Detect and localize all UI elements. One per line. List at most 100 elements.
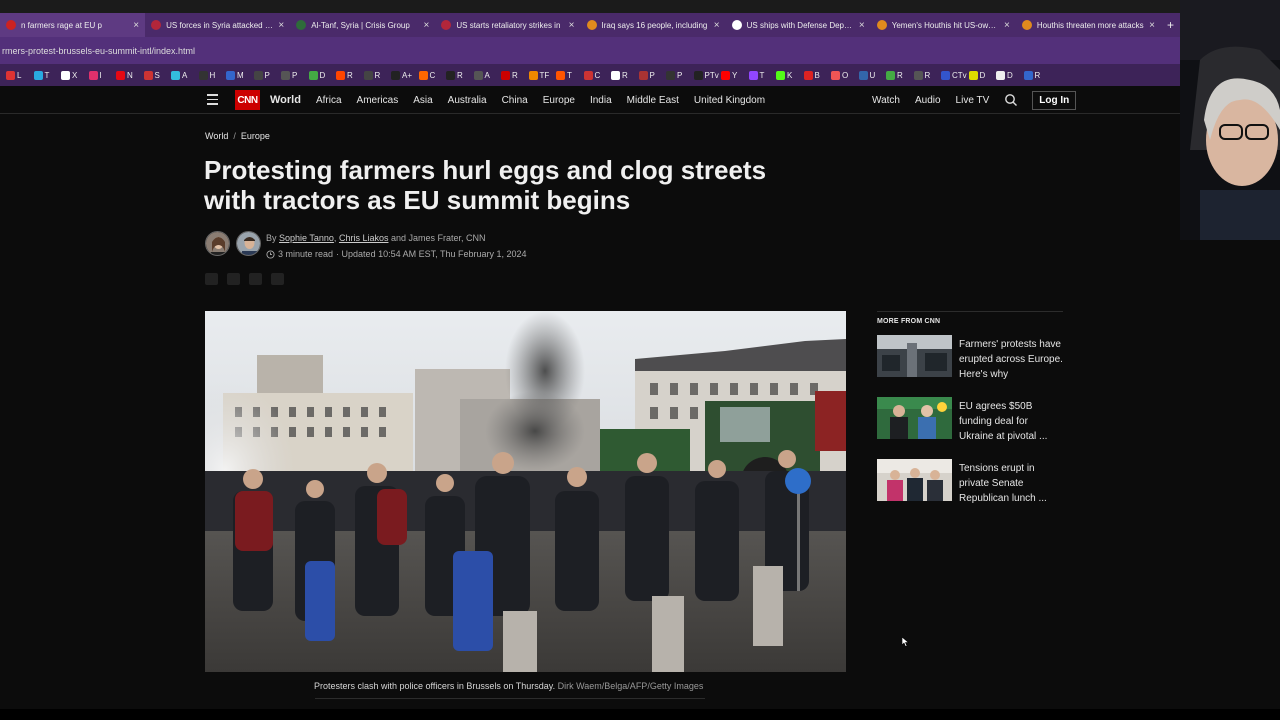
rail-item-headline[interactable]: EU agrees $50B funding deal for Ukraine … xyxy=(959,399,1063,459)
bookmark-item[interactable]: T xyxy=(556,70,584,80)
bookmark-item[interactable]: O xyxy=(831,70,859,80)
bookmark-item[interactable]: CTv xyxy=(941,70,969,80)
bookmark-item[interactable]: D xyxy=(308,70,337,80)
browser-tab[interactable]: US starts retaliatory strikes in × xyxy=(435,13,580,37)
browser-tab[interactable]: Iraq says 16 people, including × xyxy=(581,13,726,37)
nav-link-asia[interactable]: Asia xyxy=(413,95,432,106)
bookmark-item[interactable]: H xyxy=(198,70,227,80)
bookmark-item[interactable]: R xyxy=(336,70,364,80)
rail-item[interactable]: Farmers' protests have erupted across Eu… xyxy=(877,335,1063,397)
bookmark-item[interactable]: A xyxy=(171,70,199,80)
nav-section-world[interactable]: World xyxy=(270,94,301,106)
bookmark-item[interactable]: T xyxy=(748,70,777,80)
bookmark-label: K xyxy=(787,70,793,80)
new-tab-button[interactable]: + xyxy=(1161,18,1180,32)
x-icon[interactable] xyxy=(227,273,240,285)
bookmark-item[interactable]: PTv xyxy=(693,70,722,80)
bookmark-item[interactable]: P xyxy=(281,70,309,80)
rail-item[interactable]: Tensions erupt in private Senate Republi… xyxy=(877,459,1063,521)
browser-tab[interactable]: US forces in Syria attacked fou × xyxy=(145,13,290,37)
bookmark-item[interactable]: R xyxy=(886,70,914,80)
tab-close-icon[interactable]: × xyxy=(278,20,284,31)
bookmark-item[interactable]: U xyxy=(858,70,887,80)
breadcrumb: World / Europe xyxy=(205,131,270,141)
bookmark-item[interactable]: K xyxy=(776,70,804,80)
rail-item-headline[interactable]: Tensions erupt in private Senate Republi… xyxy=(959,461,1063,521)
tab-close-icon[interactable]: × xyxy=(1004,20,1010,31)
facebook-icon[interactable] xyxy=(205,273,218,285)
nav-link-india[interactable]: India xyxy=(590,95,612,106)
nav-link-australia[interactable]: Australia xyxy=(448,95,487,106)
bookmark-item[interactable]: S xyxy=(143,70,172,80)
rail-thumbnail[interactable] xyxy=(877,335,952,377)
rail-thumbnail[interactable] xyxy=(877,459,952,501)
nav-link-europe[interactable]: Europe xyxy=(543,95,575,106)
browser-tab[interactable]: n farmers rage at EU p × xyxy=(0,13,146,37)
link-icon[interactable] xyxy=(271,273,284,285)
bookmark-item[interactable]: R xyxy=(363,70,392,80)
nav-link-audio[interactable]: Audio xyxy=(915,95,941,106)
browser-tab[interactable]: US ships with Defense Departm × xyxy=(726,13,871,37)
author-link-1[interactable]: Sophie Tanno xyxy=(279,233,334,243)
bookmark-item[interactable]: C xyxy=(583,70,612,80)
nav-link-live-tv[interactable]: Live TV xyxy=(956,95,990,106)
bookmark-item[interactable]: D xyxy=(996,70,1024,80)
bookmark-item[interactable]: M xyxy=(226,70,254,80)
bookmark-item[interactable]: R xyxy=(913,70,942,80)
bookmark-item[interactable]: P xyxy=(638,70,667,80)
cnn-logo[interactable]: CNN xyxy=(235,90,260,110)
bookmark-label: A xyxy=(182,70,188,80)
search-icon[interactable] xyxy=(1004,93,1018,107)
bookmark-item[interactable]: P xyxy=(253,70,282,80)
email-icon[interactable] xyxy=(249,273,262,285)
tab-close-icon[interactable]: × xyxy=(1149,20,1155,31)
nav-link-africa[interactable]: Africa xyxy=(316,95,342,106)
tab-close-icon[interactable]: × xyxy=(859,20,865,31)
bookmark-item[interactable]: X xyxy=(61,70,89,80)
nav-link-middle-east[interactable]: Middle East xyxy=(627,95,679,106)
bookmark-item[interactable]: TF xyxy=(528,70,557,80)
menu-icon[interactable] xyxy=(207,94,218,105)
browser-tab[interactable]: Houthis threaten more attacks × xyxy=(1016,13,1161,37)
nav-link-united-kingdom[interactable]: United Kingdom xyxy=(694,95,765,106)
bookmark-item[interactable]: C xyxy=(418,70,447,80)
tab-close-icon[interactable]: × xyxy=(133,20,139,31)
bookmark-item[interactable]: I xyxy=(88,70,117,80)
rail-item[interactable]: EU agrees $50B funding deal for Ukraine … xyxy=(877,397,1063,459)
nav-link-americas[interactable]: Americas xyxy=(357,95,399,106)
bookmark-item[interactable]: A xyxy=(473,70,502,80)
bookmark-item[interactable]: R xyxy=(501,70,529,80)
bookmark-item[interactable]: D xyxy=(968,70,997,80)
nav-link-china[interactable]: China xyxy=(502,95,528,106)
bookmark-item[interactable]: R xyxy=(1023,70,1052,80)
author-avatar-1[interactable] xyxy=(205,231,230,256)
bookmark-item[interactable]: Y xyxy=(721,70,749,80)
bookmark-item[interactable]: R xyxy=(446,70,474,80)
author-link-2[interactable]: Chris Liakos xyxy=(339,233,389,243)
author-avatar-2[interactable] xyxy=(236,231,261,256)
bookmark-favicon-icon xyxy=(473,70,483,80)
nav-link-watch[interactable]: Watch xyxy=(872,95,900,106)
rail-thumbnail[interactable] xyxy=(877,397,952,439)
tab-close-icon[interactable]: × xyxy=(714,20,720,31)
bookmark-item[interactable]: A+ xyxy=(391,70,419,80)
hero-image[interactable] xyxy=(205,311,846,672)
tab-close-icon[interactable]: × xyxy=(569,20,575,31)
rail-item-headline[interactable]: Farmers' protests have erupted across Eu… xyxy=(959,337,1063,397)
bookmark-item[interactable]: B xyxy=(803,70,832,80)
bookmark-item[interactable]: N xyxy=(116,70,144,80)
bookmark-item[interactable]: R xyxy=(611,70,639,80)
login-button[interactable]: Log In xyxy=(1032,90,1077,110)
browser-tab[interactable]: Al-Tanf, Syria | Crisis Group × xyxy=(290,13,435,37)
browser-tab[interactable]: Yemen's Houthis hit US-owned × xyxy=(871,13,1016,37)
breadcrumb-world[interactable]: World xyxy=(205,131,228,141)
breadcrumb-europe[interactable]: Europe xyxy=(241,131,270,141)
bookmark-item[interactable]: T xyxy=(33,70,62,80)
tab-close-icon[interactable]: × xyxy=(424,20,430,31)
bookmark-item[interactable]: P xyxy=(666,70,694,80)
address-bar[interactable]: rmers-protest-brussels-eu-summit-intl/in… xyxy=(0,37,1180,64)
bookmark-item[interactable]: L xyxy=(6,70,34,80)
bookmark-favicon-icon xyxy=(831,70,840,80)
bookmark-favicon-icon xyxy=(198,70,208,80)
bookmark-label: D xyxy=(979,70,986,80)
